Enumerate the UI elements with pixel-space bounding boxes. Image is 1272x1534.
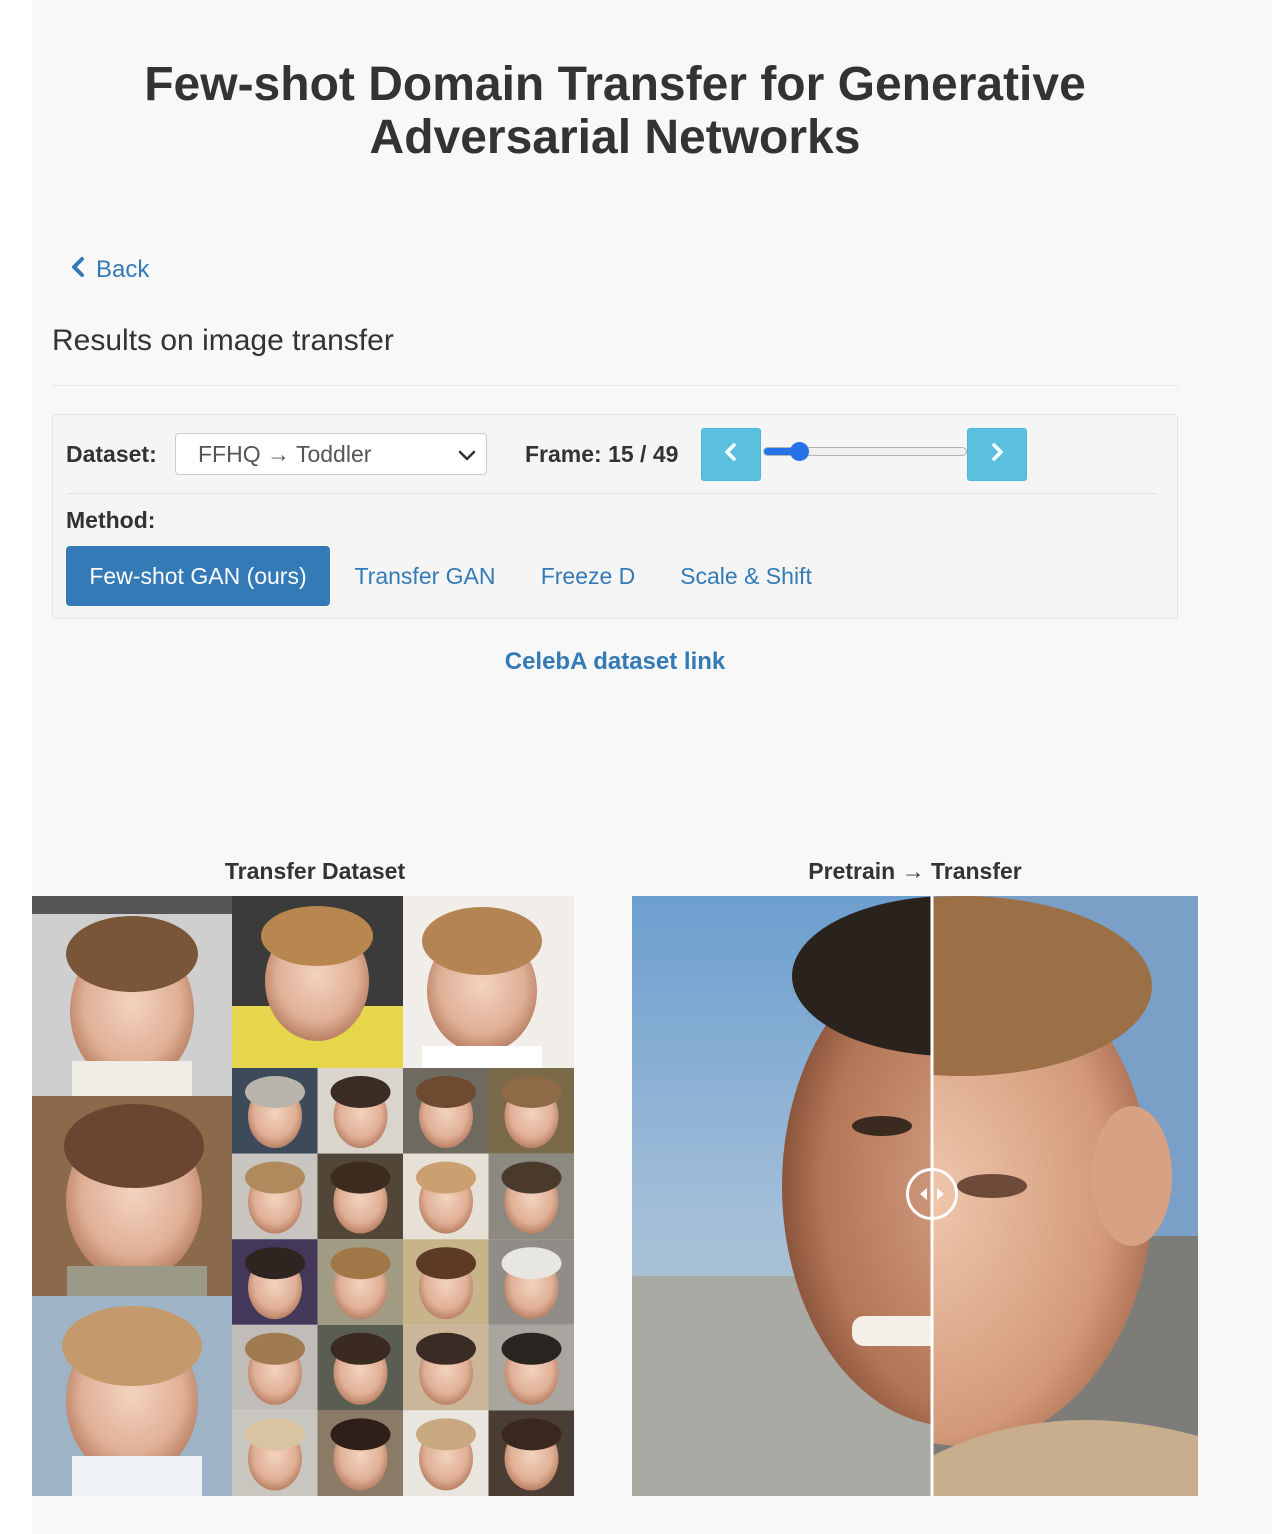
method-few-shot-gan-button[interactable]: Few-shot GAN (ours) [66, 546, 330, 606]
section-divider [52, 385, 1178, 386]
transfer-dataset-image [32, 896, 574, 1496]
page-title: Few-shot Domain Transfer for Generative … [144, 58, 1086, 164]
dataset-label: Dataset: [66, 441, 157, 467]
panel-divider [67, 493, 1157, 494]
pretrain-transfer-caption: Pretrain → Transfer [808, 858, 1022, 884]
frame-slider-thumb[interactable] [789, 442, 809, 461]
dataset-select-value: FFHQ → Toddler [198, 440, 372, 467]
chevron-down-icon [456, 444, 478, 472]
frame-label: Frame: 15 / 49 [525, 441, 679, 467]
chevron-left-icon [70, 256, 86, 285]
drag-handle-icon[interactable] [906, 1168, 958, 1220]
chevron-right-icon [988, 441, 1006, 468]
prev-frame-button[interactable] [701, 428, 761, 481]
method-label: Method: [66, 507, 156, 533]
pretrain-transfer-compare[interactable] [632, 896, 1198, 1496]
back-label: Back [96, 256, 150, 283]
controls-panel: Dataset: FFHQ → Toddler Frame: 15 / 49 M… [52, 414, 1178, 619]
dataset-select[interactable]: FFHQ → Toddler [175, 433, 487, 475]
back-link[interactable]: Back [70, 254, 149, 286]
section-title: Results on image transfer [52, 324, 394, 357]
frame-slider[interactable] [763, 442, 967, 461]
method-transfer-gan-button[interactable]: Transfer GAN [338, 546, 512, 606]
next-frame-button[interactable] [967, 428, 1027, 481]
method-freeze-d-button[interactable]: Freeze D [525, 546, 651, 606]
transfer-dataset-caption: Transfer Dataset [224, 858, 406, 884]
celeba-dataset-link[interactable]: CelebA dataset link [0, 648, 1230, 676]
chevron-left-icon [722, 441, 740, 468]
method-scale-shift-button[interactable]: Scale & Shift [665, 546, 827, 606]
